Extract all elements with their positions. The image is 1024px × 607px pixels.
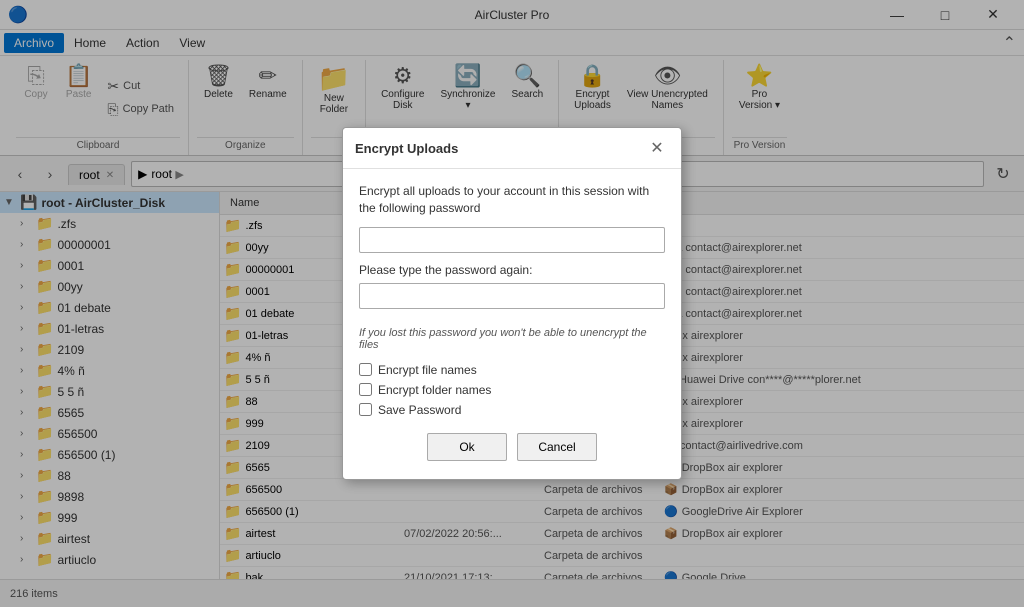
modal-overlay: Encrypt Uploads ✕ Encrypt all uploads to… <box>0 0 1024 607</box>
ok-button[interactable]: Ok <box>427 433 507 461</box>
modal-buttons: Ok Cancel <box>359 423 665 465</box>
save-password-row: Save Password <box>359 403 665 417</box>
modal-body: Encrypt all uploads to your account in t… <box>343 169 681 479</box>
cancel-button[interactable]: Cancel <box>517 433 597 461</box>
modal-close-button[interactable]: ✕ <box>645 136 669 160</box>
password-input[interactable] <box>359 227 665 253</box>
encrypt-uploads-dialog: Encrypt Uploads ✕ Encrypt all uploads to… <box>342 127 682 480</box>
encrypt-folder-names-label[interactable]: Encrypt folder names <box>378 383 491 397</box>
confirm-password-input[interactable] <box>359 283 665 309</box>
modal-warning: If you lost this password you won't be a… <box>359 327 665 351</box>
confirm-label: Please type the password again: <box>359 263 665 277</box>
encrypt-file-names-checkbox[interactable] <box>359 363 372 376</box>
modal-description: Encrypt all uploads to your account in t… <box>359 183 665 217</box>
encrypt-folder-names-row: Encrypt folder names <box>359 383 665 397</box>
modal-title-bar: Encrypt Uploads ✕ <box>343 128 681 169</box>
encrypt-file-names-row: Encrypt file names <box>359 363 665 377</box>
save-password-label[interactable]: Save Password <box>378 403 461 417</box>
modal-title: Encrypt Uploads <box>355 141 458 156</box>
encrypt-folder-names-checkbox[interactable] <box>359 383 372 396</box>
encrypt-file-names-label[interactable]: Encrypt file names <box>378 363 477 377</box>
save-password-checkbox[interactable] <box>359 403 372 416</box>
